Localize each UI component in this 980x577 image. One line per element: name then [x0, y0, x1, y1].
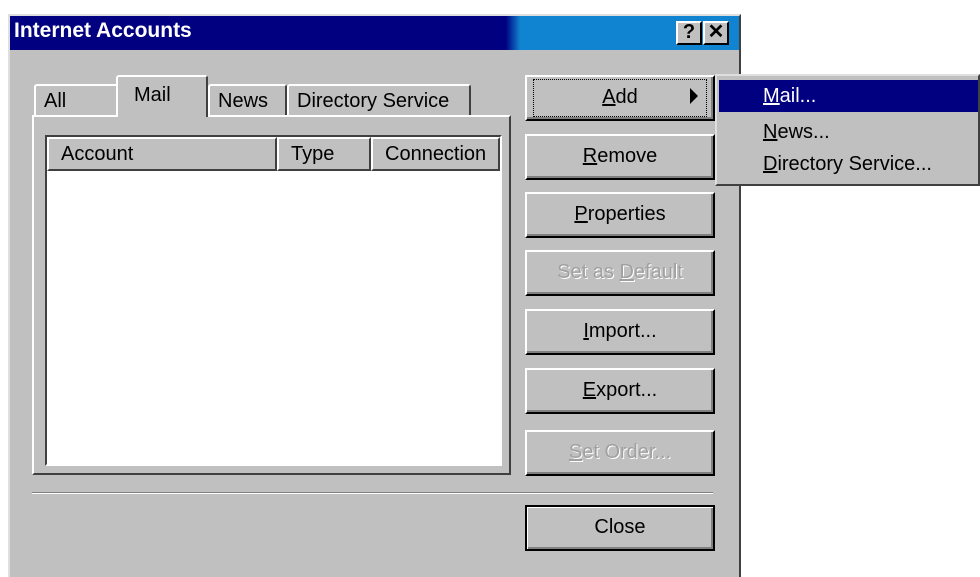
menu-item-directory-service[interactable]: Directory Service...: [719, 148, 978, 180]
tab-news[interactable]: News: [208, 84, 287, 117]
tab-directory-service[interactable]: Directory Service: [287, 84, 471, 117]
column-header-type[interactable]: Type: [277, 137, 371, 171]
properties-button[interactable]: Properties: [525, 192, 715, 238]
focus-indicator: [533, 79, 707, 117]
set-as-default-button[interactable]: Set as Default: [525, 250, 715, 296]
tab-all[interactable]: All: [34, 84, 119, 117]
help-button[interactable]: ?: [676, 21, 702, 45]
column-header-connection[interactable]: Connection: [371, 137, 500, 171]
column-header-account[interactable]: Account: [47, 137, 277, 171]
import-button-label: Import...: [583, 320, 657, 342]
export-button[interactable]: Export...: [525, 368, 715, 414]
window-title: Internet Accounts: [14, 19, 192, 42]
export-button-label: Export...: [582, 379, 658, 401]
menu-item-mail[interactable]: Mail...: [719, 80, 978, 112]
remove-button-label: Remove: [582, 145, 658, 167]
properties-button-label: Properties: [574, 203, 666, 225]
separator: [32, 492, 713, 494]
account-list[interactable]: [45, 135, 502, 466]
menu-item-news[interactable]: News...: [719, 116, 978, 148]
set-order-button-label: Set Order...: [568, 441, 672, 463]
tab-directory-service-label: Directory Service: [297, 90, 450, 112]
close-window-button[interactable]: ✕: [703, 21, 729, 45]
import-button[interactable]: Import...: [525, 309, 715, 355]
tab-mail[interactable]: Mail: [116, 75, 208, 117]
set-as-default-button-label: Set as Default: [557, 261, 683, 283]
remove-button[interactable]: Remove: [525, 134, 715, 180]
tab-news-label: News: [218, 90, 269, 112]
tab-mail-label: Mail: [134, 84, 171, 106]
tab-all-label: All: [44, 90, 67, 112]
set-order-button[interactable]: Set Order...: [525, 430, 715, 476]
close-button[interactable]: Close: [525, 505, 715, 551]
